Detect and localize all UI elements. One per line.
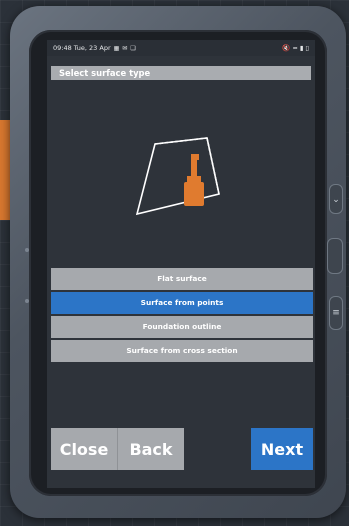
next-button[interactable]: Next xyxy=(251,428,313,470)
status-bar: 09:48 Tue, 23 Apr ▦ ✉ ❏ 🔇 ≈ ▮ ▯ xyxy=(47,40,315,56)
side-button-down[interactable]: ⌄ xyxy=(329,184,343,214)
excavator-icon xyxy=(184,154,204,206)
battery-icon: ▯ xyxy=(305,44,309,52)
surface-from-points-illustration xyxy=(135,137,220,216)
wifi-icon: ≈ xyxy=(292,44,298,52)
footer-button-bar: Close Back Next xyxy=(51,428,315,472)
close-button[interactable]: Close xyxy=(51,428,117,470)
side-button-middle[interactable] xyxy=(327,238,343,274)
mute-icon: 🔇 xyxy=(282,44,291,52)
menu-icon: ≡ xyxy=(332,308,340,318)
option-surface-from-points[interactable]: Surface from points xyxy=(51,292,313,314)
mail-icon: ✉ xyxy=(122,44,128,52)
option-surface-from-cross-section[interactable]: Surface from cross section xyxy=(51,340,313,362)
surface-outline xyxy=(135,137,220,216)
status-time-date: 09:48 Tue, 23 Apr xyxy=(53,44,111,52)
device-screen: 09:48 Tue, 23 Apr ▦ ✉ ❏ 🔇 ≈ ▮ ▯ Select s… xyxy=(47,40,315,488)
image-icon: ▦ xyxy=(113,44,120,52)
surface-option-list: Flat surface Surface from points Foundat… xyxy=(51,268,313,364)
copy-icon: ❏ xyxy=(130,44,136,52)
option-foundation-outline[interactable]: Foundation outline xyxy=(51,316,313,338)
sensor-dot xyxy=(25,248,29,252)
page-title: Select surface type xyxy=(51,66,311,80)
sensor-dot xyxy=(25,299,29,303)
signal-icon: ▮ xyxy=(299,44,304,52)
side-button-menu[interactable]: ≡ xyxy=(329,296,343,330)
back-button[interactable]: Back xyxy=(117,428,184,470)
chevron-down-icon: ⌄ xyxy=(332,195,340,205)
option-flat-surface[interactable]: Flat surface xyxy=(51,268,313,290)
